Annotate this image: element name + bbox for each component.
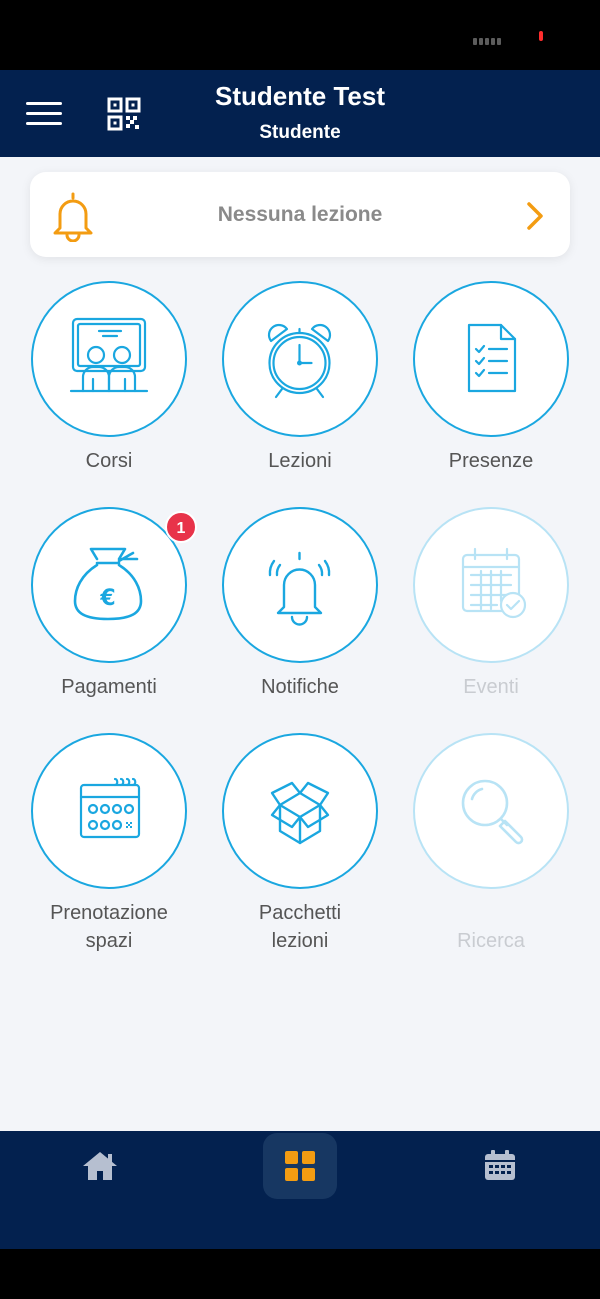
- next-lesson-text: Nessuna lezione: [217, 203, 383, 226]
- tile-label: Prenotazione spazi: [50, 902, 168, 952]
- money-bag-icon: €: [73, 547, 143, 621]
- tile-label: Notifiche: [261, 676, 339, 698]
- user-role: Studente: [259, 122, 341, 143]
- calendar-check-icon: [461, 547, 527, 619]
- checklist-icon: [467, 323, 517, 393]
- page-title: Studente Test: [215, 81, 385, 111]
- bottom-navigation: [0, 1131, 600, 1249]
- menu-button[interactable]: [22, 98, 66, 130]
- nav-home-button[interactable]: [80, 1148, 120, 1184]
- signal-icon: [473, 38, 503, 45]
- nav-dashboard-button[interactable]: [263, 1133, 337, 1199]
- classroom-icon: [69, 317, 149, 393]
- recording-indicator-icon: [539, 31, 543, 41]
- next-lesson-card[interactable]: Nessuna lezione: [30, 172, 570, 257]
- qr-code-button[interactable]: [106, 96, 142, 132]
- bell-icon: [53, 192, 93, 242]
- app-header: Studente Test Studente: [0, 70, 600, 157]
- svg-text:€: €: [99, 586, 115, 611]
- grid-icon: [285, 1151, 315, 1181]
- package-box-icon: [270, 781, 330, 845]
- chevron-right-icon: [527, 202, 543, 230]
- tile-label: Ricerca: [457, 930, 525, 952]
- nav-calendar-button[interactable]: [482, 1148, 518, 1184]
- tile-label: Pagamenti: [61, 676, 157, 698]
- booking-calendar-icon: [79, 777, 141, 839]
- tile-label: Presenze: [448, 450, 534, 472]
- bell-icon: [268, 551, 331, 626]
- search-icon: [461, 779, 524, 845]
- main-content: Nessuna lezione Corsi Lezioni Presenze €…: [0, 157, 600, 1131]
- tile-label: Eventi: [463, 676, 519, 698]
- tile-label: Pacchetti lezioni: [258, 902, 342, 952]
- home-icon: [83, 1152, 117, 1180]
- status-bar: [0, 0, 600, 70]
- qr-code-icon: [107, 97, 141, 131]
- tile-label: Corsi: [85, 450, 133, 472]
- payments-count-badge: 1: [165, 511, 197, 543]
- tile-label: Lezioni: [268, 450, 332, 472]
- system-bottom-bar: [0, 1249, 600, 1299]
- calendar-icon: [485, 1150, 515, 1180]
- alarm-clock-icon: [267, 323, 332, 399]
